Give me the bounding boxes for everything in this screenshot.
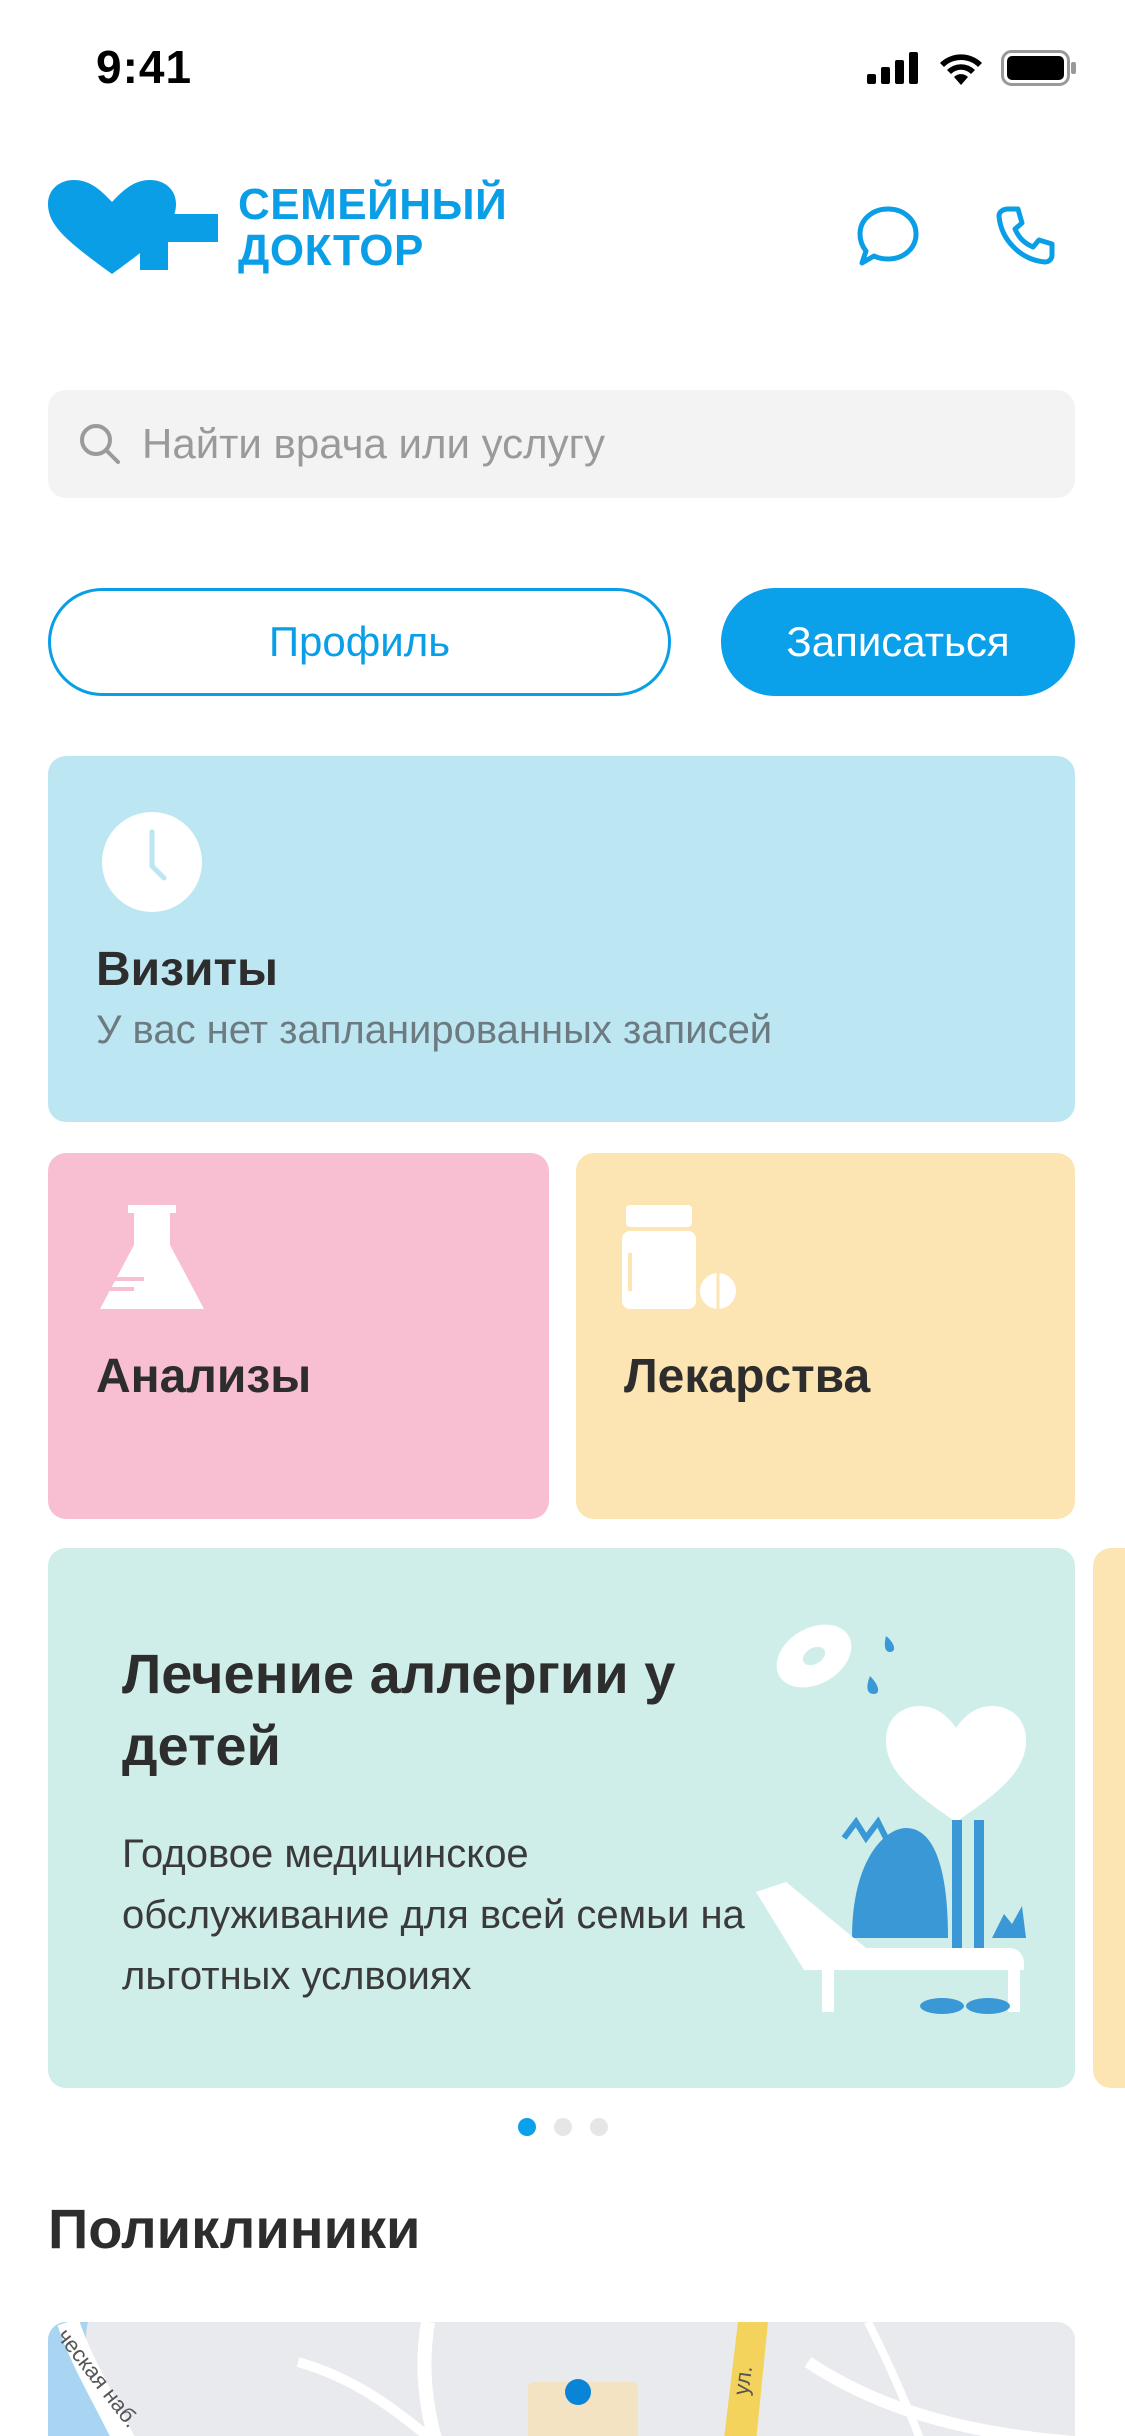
carousel-dot-3[interactable] (589, 2118, 608, 2136)
status-icons (867, 50, 1077, 86)
meds-card[interactable]: Лекарства (576, 1153, 1075, 1519)
carousel-dot-2[interactable] (553, 2118, 572, 2136)
carousel-dots (0, 2118, 1125, 2136)
status-bar: 9:41 (0, 0, 1125, 132)
search-bar[interactable] (48, 390, 1075, 498)
clock-icon (102, 812, 202, 912)
search-icon (80, 424, 120, 464)
profile-button[interactable]: Профиль (48, 588, 671, 696)
map-label-street: ул. (728, 2364, 757, 2397)
logo-line1: СЕМЕЙНЫЙ (238, 180, 508, 229)
promo-card[interactable]: Лечение аллергии у детей Годовое медицин… (48, 1548, 1075, 2088)
chat-button[interactable] (848, 196, 928, 276)
visits-card[interactable]: Визиты У вас нет запланированных записей (48, 756, 1075, 1122)
heart-plus-logo-icon (48, 180, 218, 274)
logo-line2: ДОКТОР (238, 226, 424, 275)
promo-description: Годовое медицинское обслуживание для все… (122, 1832, 745, 1998)
meds-title: Лекарства (624, 1350, 871, 1403)
allergy-illustration (756, 1624, 1026, 2014)
logo: СЕМЕЙНЫЙ ДОКТОР (48, 180, 507, 276)
carousel-dot-1[interactable] (517, 2118, 536, 2136)
visits-title: Визиты (96, 943, 279, 996)
tests-title: Анализы (96, 1350, 312, 1403)
battery-icon (1001, 50, 1076, 86)
map-graphic: ческая наб. ул. (48, 2322, 1075, 2436)
phone-button[interactable] (985, 196, 1065, 276)
clinics-map[interactable]: ческая наб. ул. (48, 2322, 1075, 2436)
signal-icon (867, 52, 918, 84)
pill-bottle-icon (622, 1205, 736, 1309)
flask-icon (100, 1205, 204, 1309)
visits-subtitle: У вас нет запланированных записей (96, 1008, 773, 1052)
search-input[interactable] (142, 420, 1042, 468)
chat-bubble-icon (857, 206, 919, 266)
profile-button-label: Профиль (268, 618, 451, 665)
signup-button[interactable]: Записаться (721, 588, 1075, 696)
promo-title: Лечение аллергии у детей (122, 1642, 676, 1777)
wifi-icon (940, 54, 982, 85)
signup-button-label: Записаться (786, 618, 1010, 665)
logo-text: СЕМЕЙНЫЙ ДОКТОР (238, 182, 507, 274)
app-header: СЕМЕЙНЫЙ ДОКТОР (0, 180, 1125, 290)
tests-card[interactable]: Анализы (48, 1153, 549, 1519)
promo-next-card[interactable] (1093, 1548, 1125, 2088)
status-time: 9:41 (96, 41, 193, 93)
phone-icon (996, 206, 1055, 265)
clinics-title: Поликлиники (48, 2197, 421, 2260)
